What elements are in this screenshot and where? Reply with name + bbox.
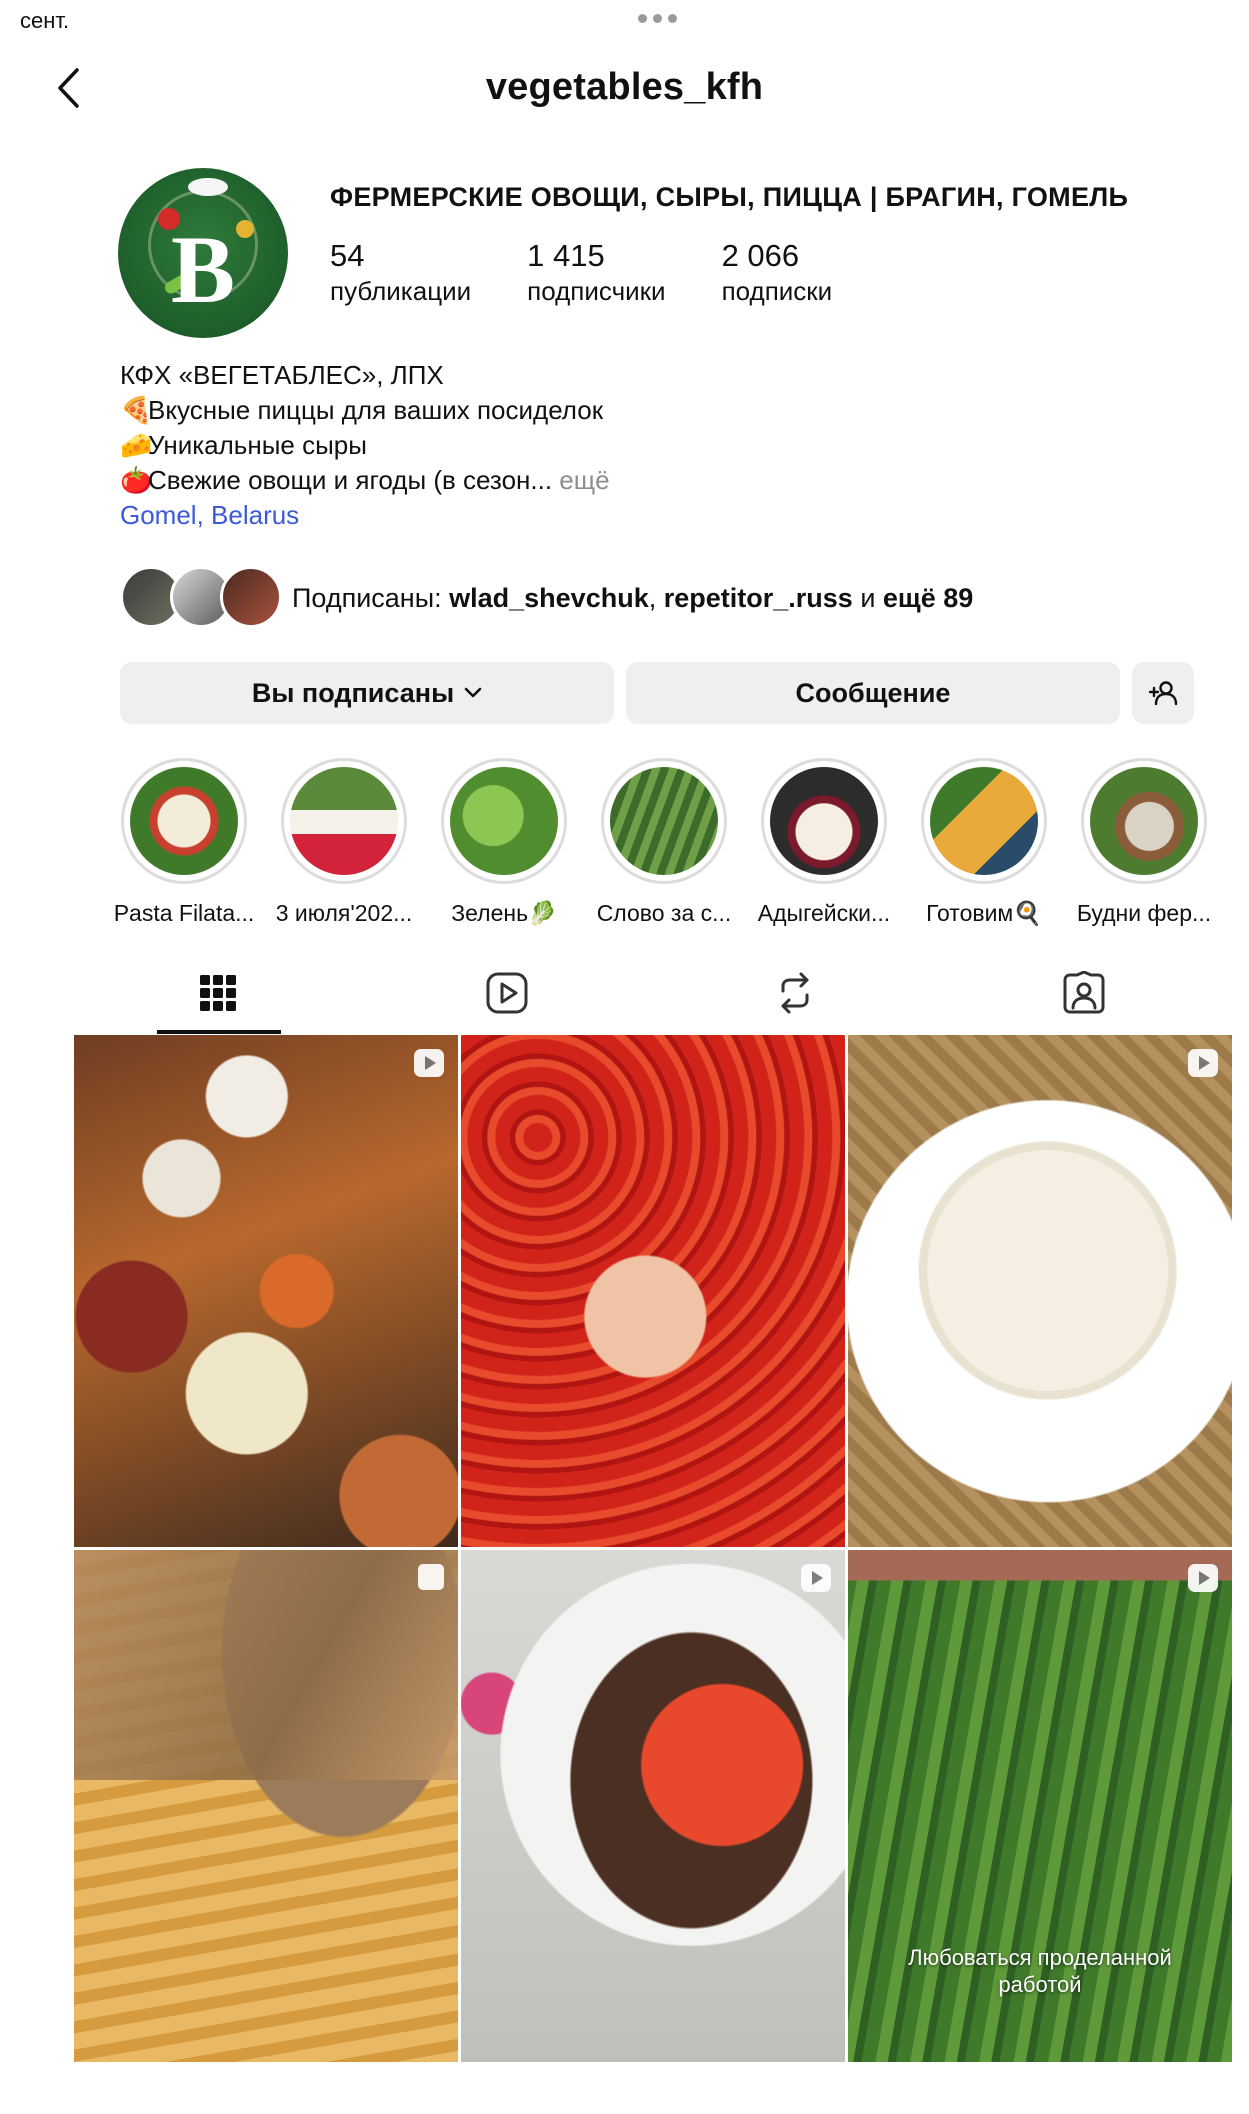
add-user-icon (1148, 681, 1178, 706)
avatar-letter: B (170, 216, 236, 323)
status-time: сент. (20, 8, 70, 33)
cheese-icon: 🧀 (120, 430, 153, 460)
stat-value: 1 415 (527, 238, 605, 273)
highlight-cover (121, 758, 247, 884)
followed-by[interactable]: Подписаны: wlad_shevchuk, repetitor_.rus… (120, 566, 973, 630)
followed-prefix: Подписаны: (292, 582, 450, 613)
highlight-cover (601, 758, 727, 884)
highlight-label: Готовим🍳 (926, 900, 1042, 926)
highlight-item[interactable]: Pasta Filata... (104, 758, 264, 927)
location-link[interactable]: Gomel, Belarus (120, 498, 610, 533)
profile-tabs (74, 950, 1228, 1036)
mutual-user: repetitor_.russ (663, 582, 853, 613)
post-thumbnail[interactable] (461, 1550, 845, 2062)
stat-label: публикации (330, 276, 472, 306)
followed-by-text: Подписаны: wlad_shevchuk, repetitor_.rus… (292, 583, 973, 614)
stat-posts[interactable]: 54 публикации (330, 238, 471, 308)
more-dots-icon[interactable] (638, 14, 677, 23)
mutual-avatar (220, 566, 282, 628)
profile-bio: КФХ «ВЕГЕТАБЛЕС», ЛПХ 🍕Вкусные пиццы для… (120, 358, 610, 533)
highlight-cover (761, 758, 887, 884)
mutual-user: wlad_shevchuk (449, 582, 649, 613)
highlight-label: Зелень🥬 (451, 900, 557, 926)
stat-following[interactable]: 2 066 подписки (722, 238, 833, 308)
highlight-label: Pasta Filata... (113, 900, 255, 926)
reel-icon (1188, 1049, 1218, 1077)
stat-label: подписчики (527, 276, 666, 306)
stat-followers[interactable]: 1 415 подписчики (527, 238, 665, 308)
separator: , (648, 582, 664, 613)
avatar[interactable]: B (118, 168, 288, 338)
highlight-item[interactable]: Готовим🍳 (904, 758, 1064, 927)
highlight-label: Слово за с... (596, 900, 732, 926)
tomato-icon: 🍅 (120, 465, 153, 495)
profile-username: vegetables_kfh (485, 66, 764, 108)
chevron-down-icon (464, 687, 482, 698)
reels-icon (486, 972, 528, 1014)
post-thumbnail[interactable] (848, 1035, 1232, 1547)
tagged-icon (1063, 971, 1105, 1014)
highlight-cover (921, 758, 1047, 884)
post-thumbnail[interactable] (461, 1035, 845, 1547)
following-label: Вы подписаны (251, 677, 455, 708)
profile-full-name: ФЕРМЕРСКИЕ ОВОЩИ, СЫРЫ, ПИЦЦА | БРАГИН, … (330, 182, 1129, 212)
reel-icon (1188, 1564, 1218, 1592)
pizza-icon: 🍕 (120, 395, 153, 425)
mutual-avatars (120, 566, 282, 630)
reel-icon (414, 1049, 444, 1077)
carousel-icon (418, 1564, 444, 1590)
conjunction: и (852, 582, 883, 613)
highlight-item[interactable]: Будни фер... (1064, 758, 1224, 927)
stat-value: 54 (330, 238, 365, 273)
header: vegetables_kfh (0, 56, 1249, 120)
highlight-item[interactable]: Слово за с... (584, 758, 744, 927)
story-highlights: Pasta Filata... 3 июля'202... Зелень🥬 Сл… (104, 758, 1224, 927)
post-caption: Любоваться проделанной работой (908, 1945, 1172, 1997)
action-buttons: Вы подписаны Сообщение (120, 662, 1194, 724)
grid-icon (200, 975, 237, 1011)
bio-text: Уникальные сыры (148, 430, 367, 460)
tab-grid[interactable] (74, 950, 363, 1036)
repost-icon (781, 972, 809, 1014)
avatar-decor (188, 178, 228, 196)
bio-text: Свежие овощи и ягоды (в сезон... (148, 465, 553, 495)
highlight-label: Будни фер... (1076, 900, 1212, 926)
following-button[interactable]: Вы подписаны (120, 662, 614, 724)
profile-stats: 54 публикации 1 415 подписчики 2 066 под… (330, 238, 832, 308)
bio-more-link[interactable]: ещё (552, 465, 609, 495)
tab-reels[interactable] (363, 950, 652, 1036)
stat-value: 2 066 (721, 238, 800, 273)
highlight-item[interactable]: Адыгейски... (744, 758, 904, 927)
highlight-label: 3 июля'202... (275, 900, 413, 926)
bio-line: 🍕Вкусные пиццы для ваших посиделок (120, 393, 610, 428)
posts-grid: Любоваться проделанной работой (74, 1035, 1232, 2062)
highlight-cover (441, 758, 567, 884)
tab-reposts[interactable] (651, 950, 940, 1036)
post-thumbnail[interactable] (74, 1550, 458, 2062)
highlight-label: Адыгейски... (757, 900, 891, 926)
mutual-more: ещё 89 (882, 582, 974, 613)
bio-text: Вкусные пиццы для ваших посиделок (148, 395, 604, 425)
stat-label: подписки (721, 276, 833, 306)
highlight-cover (281, 758, 407, 884)
message-button[interactable]: Сообщение (626, 662, 1120, 724)
add-user-button[interactable] (1132, 662, 1194, 724)
bio-line: 🧀Уникальные сыры (120, 428, 610, 463)
reel-icon (801, 1564, 831, 1592)
highlight-item[interactable]: Зелень🥬 (424, 758, 584, 927)
bio-line: КФХ «ВЕГЕТАБЛЕС», ЛПХ (120, 360, 444, 390)
highlight-item[interactable]: 3 июля'202... (264, 758, 424, 927)
bio-line: 🍅Свежие овощи и ягоды (в сезон... ещё (120, 463, 610, 498)
post-thumbnail[interactable]: Любоваться проделанной работой (848, 1550, 1232, 2062)
tab-tagged[interactable] (940, 950, 1229, 1036)
highlight-cover (1081, 758, 1207, 884)
post-thumbnail[interactable] (74, 1035, 458, 1547)
